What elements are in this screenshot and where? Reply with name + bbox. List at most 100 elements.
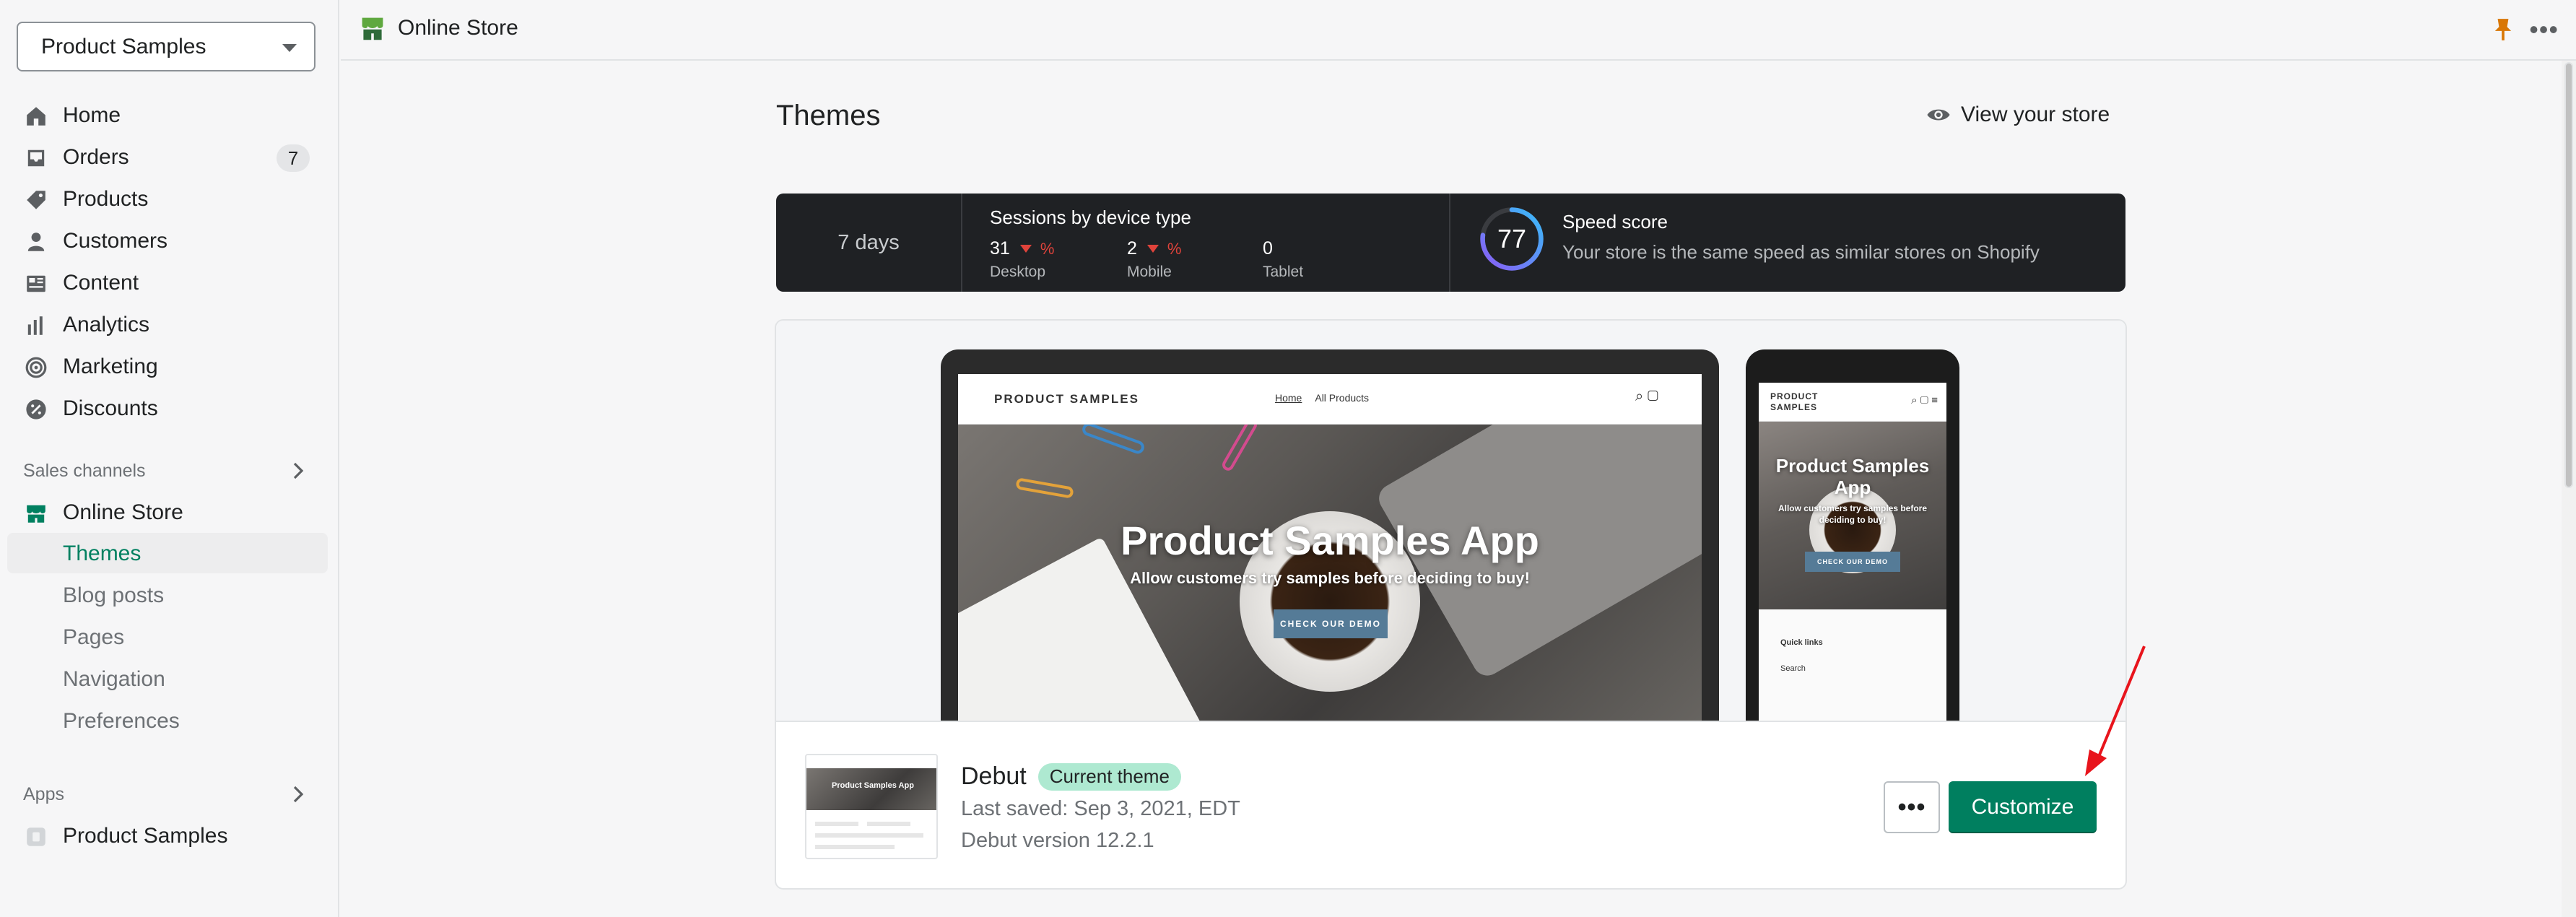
mobile-value: 2 (1127, 238, 1137, 258)
desktop-pct: % (1040, 239, 1055, 258)
tag-icon (27, 191, 45, 209)
theme-actions-button[interactable]: ••• (1884, 781, 1940, 833)
sidebar-item-home[interactable]: Home (0, 94, 339, 136)
preview-brand: PRODUCT SAMPLES (994, 392, 1139, 406)
preview-nav-all: All Products (1315, 392, 1370, 404)
preview-nav-home: Home (1275, 392, 1302, 404)
speed-score[interactable]: 77 Speed score Your store is the same sp… (1452, 194, 2125, 292)
speed-score-title: Speed score (1562, 211, 1668, 232)
sidebar-item-blog-posts[interactable]: Blog posts (0, 575, 339, 615)
scrollbar-thumb[interactable] (2564, 62, 2573, 488)
customize-button[interactable]: Customize (1949, 781, 2097, 833)
caret-down-icon (282, 44, 297, 52)
theme-last-saved: Last saved: Sep 3, 2021, EDT (961, 797, 1240, 820)
decrease-arrow-icon (1146, 245, 1159, 253)
preview-hero-subtitle: Allow customers try samples before decid… (1130, 569, 1530, 587)
view-store-label: View your store (1961, 103, 2110, 126)
sidebar-item-content[interactable]: Content (0, 261, 339, 303)
mobile-preview-screen: PRODUCT SAMPLES ⌕ ▢ ≡ Product Samples Ap… (1759, 383, 1946, 721)
current-theme-badge: Current theme (1037, 762, 1181, 791)
sidebar-item-themes[interactable]: Themes (7, 533, 328, 573)
thumbnail-hero: Product Samples App (806, 768, 936, 810)
theme-version: Debut version 12.2.1 (961, 829, 1154, 852)
hero-paperclip-image (1220, 425, 1259, 473)
sidebar-item-pages[interactable]: Pages (0, 617, 339, 657)
sidebar-item-analytics[interactable]: Analytics (0, 303, 339, 345)
sidebar-item-customers[interactable]: Customers (0, 220, 339, 261)
sidebar-item-online-store[interactable]: Online Store (0, 491, 339, 533)
theme-name-row: Debut Current theme (961, 762, 1181, 791)
sidebar-item-marketing[interactable]: Marketing (0, 345, 339, 387)
discount-icon (26, 399, 46, 420)
date-range[interactable]: 7 days (776, 194, 962, 292)
speed-score-value: 77 (1497, 224, 1527, 253)
top-bar-title: Online Store (398, 16, 518, 40)
sidebar-item-label: Orders (63, 145, 129, 169)
chevron-right-icon (293, 462, 304, 479)
annotation-arrow-icon (2085, 646, 2146, 776)
sidebar: Product Samples Home Orders 7 Products C… (0, 0, 339, 917)
preview-hero-title: Product Samples App (1121, 518, 1539, 563)
mobile-hero-subtitle: Allow customers try samples before decid… (1777, 503, 1928, 525)
hero-paperclip-image (1015, 477, 1074, 499)
thumbnail-row (815, 822, 858, 826)
mobile-label: Mobile (1127, 264, 1172, 280)
mobile-quick-links: Quick links Search (1759, 609, 1946, 721)
sidebar-item-preferences[interactable]: Preferences (0, 700, 339, 741)
sidebar-item-orders[interactable]: Orders 7 (0, 136, 339, 178)
target-icon (25, 357, 47, 378)
hero-notebook-image (958, 536, 1217, 721)
mobile-preview-brand: PRODUCT SAMPLES (1770, 391, 1819, 412)
apps-label: Apps (23, 784, 64, 804)
desktop-metric: 31% Desktop (990, 238, 1054, 281)
decrease-arrow-icon (1019, 245, 1032, 253)
sidebar-item-products[interactable]: Products (0, 178, 339, 220)
theme-preview: PRODUCT SAMPLES Home All Products ⌕ ▢ Pro… (776, 321, 2125, 722)
store-selector[interactable]: Product Samples (17, 22, 316, 71)
thumbnail-title: Product Samples App (832, 781, 914, 790)
sessions-by-device: Sessions by device type 31% Desktop 2% M… (964, 194, 1450, 292)
sidebar-item-label: Product Samples (63, 824, 228, 848)
mobile-pct: % (1167, 239, 1182, 258)
thumbnail-row (815, 833, 923, 838)
sidebar-item-label: Home (63, 103, 121, 127)
sidebar-item-product-samples-app[interactable]: Product Samples (0, 814, 339, 856)
sidebar-item-label: Analytics (63, 313, 150, 336)
quick-links-title: Quick links (1780, 638, 1823, 647)
speed-score-description: Your store is the same speed as similar … (1562, 241, 2040, 263)
sidebar-item-label: Blog posts (63, 583, 165, 607)
sidebar-item-navigation[interactable]: Navigation (0, 659, 339, 699)
scrollbar[interactable] (2562, 61, 2576, 917)
page-title: Themes (776, 100, 881, 131)
theme-name: Debut (961, 762, 1027, 790)
orders-count-badge: 7 (277, 144, 310, 172)
preview-header: PRODUCT SAMPLES Home All Products ⌕ ▢ (958, 374, 1702, 425)
sidebar-item-label: Preferences (63, 709, 180, 733)
eye-icon (1927, 109, 1950, 121)
chevron-right-icon (293, 786, 304, 803)
sidebar-item-discounts[interactable]: Discounts (0, 387, 339, 429)
preview-search-cart-icon: ⌕ ▢ (1635, 388, 1658, 404)
sales-channels-header[interactable]: Sales channels (23, 461, 304, 482)
tablet-label: Tablet (1263, 264, 1304, 280)
store-icon (362, 17, 383, 40)
quick-links-search: Search (1780, 664, 1806, 673)
apps-header[interactable]: Apps (23, 784, 304, 805)
view-store-link[interactable]: View your store (1926, 103, 2110, 127)
mobile-preview-header: PRODUCT SAMPLES ⌕ ▢ ≡ (1759, 383, 1946, 422)
sidebar-item-label: Products (63, 187, 149, 211)
current-theme-card: PRODUCT SAMPLES Home All Products ⌕ ▢ Pro… (776, 321, 2125, 888)
sales-channels-label: Sales channels (23, 461, 146, 481)
mobile-preview-frame: PRODUCT SAMPLES ⌕ ▢ ≡ Product Samples Ap… (1746, 349, 1959, 721)
home-icon (27, 107, 45, 126)
person-icon (27, 232, 45, 251)
theme-thumbnail: Product Samples App (805, 754, 938, 859)
pin-icon[interactable] (2494, 17, 2512, 42)
content-icon (27, 275, 45, 292)
store-selector-label: Product Samples (41, 34, 206, 58)
top-bar: Online Store ••• (341, 0, 2576, 61)
desktop-label: Desktop (990, 264, 1046, 280)
more-options-icon[interactable]: ••• (2529, 14, 2559, 45)
preview-cta-button: CHECK OUR DEMO (1274, 609, 1388, 638)
mobile-cta-button: CHECK OUR DEMO (1805, 552, 1900, 572)
